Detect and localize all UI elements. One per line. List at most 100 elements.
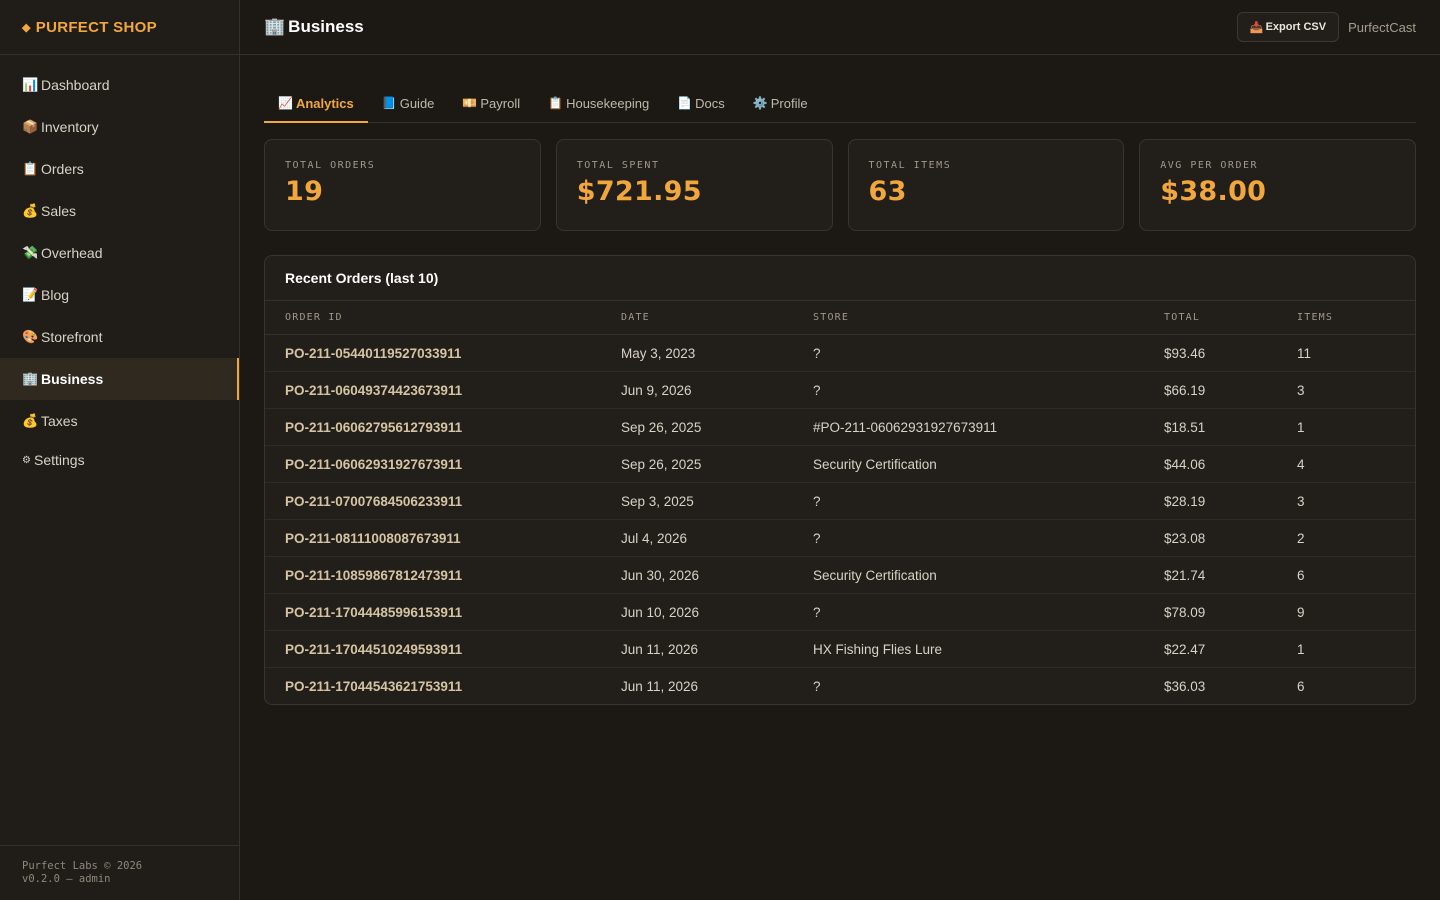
order-id-cell[interactable]: PO-211-06062795612793911	[265, 408, 621, 446]
money-bag-icon: 💰	[22, 203, 39, 218]
tab-payroll[interactable]: 💴 Payroll	[448, 84, 534, 122]
topbar-actions: 📥 Export CSV PurfectCast	[1236, 12, 1416, 42]
inbox-tray-icon: 📥	[1249, 21, 1264, 34]
brand-logo[interactable]: ◆ PURFECT SHOP	[0, 0, 239, 55]
money-bag-icon: 💰	[22, 413, 39, 428]
stat-card-total-items: TOTAL ITEMS 63	[847, 139, 1125, 231]
total-cell: $36.03	[1164, 678, 1206, 694]
total-cell: $22.47	[1164, 630, 1297, 668]
sidebar-item-business[interactable]: 🏢 Business	[0, 358, 239, 400]
table-row[interactable]: PO-211-17044543621753911 Jun 11, 2026 ? …	[265, 668, 1415, 705]
table-row[interactable]: PO-211-17044510249593911 Jun 11, 2026 HX…	[265, 630, 1415, 668]
stat-card-total-spent: TOTAL SPENT $721.95	[555, 139, 833, 231]
store-cell: ?	[813, 482, 1164, 520]
tab-analytics[interactable]: 📈 Analytics	[264, 84, 368, 123]
order-id-cell[interactable]: PO-211-06049374423673911	[265, 371, 621, 409]
store-cell: ?	[813, 678, 821, 694]
store-cell: HX Fishing Flies Lure	[813, 630, 1164, 668]
store-cell: Security Certification	[813, 556, 1164, 594]
sidebar-item-label: Blog	[41, 287, 70, 303]
tab-docs[interactable]: 📄 Docs	[663, 84, 739, 122]
tab-guide[interactable]: 📘 Guide	[368, 84, 449, 122]
store-cell: #PO-211-06062931927673911	[813, 408, 1164, 446]
package-icon: 📦	[22, 119, 39, 134]
sidebar-item-settings[interactable]: ⚙ Settings	[0, 442, 239, 478]
items-cell: 3	[1297, 371, 1415, 409]
order-id-cell[interactable]: PO-211-10859867812473911	[265, 556, 621, 594]
date-cell: Jun 11, 2026	[621, 630, 813, 668]
total-cell: $66.19	[1164, 371, 1297, 409]
sidebar-item-taxes[interactable]: 💰 Taxes	[0, 400, 239, 442]
tab-profile[interactable]: ⚙️ Profile	[739, 84, 822, 122]
diamond-icon: ◆	[22, 21, 31, 34]
tab-label: Housekeeping	[566, 95, 650, 111]
total-cell: $93.46	[1164, 334, 1297, 372]
table-header-row: ORDER ID DATE STORE TOTAL ITEMS	[265, 301, 1415, 335]
sidebar-item-sales[interactable]: 💰 Sales	[0, 190, 239, 232]
sidebar-footer: Purfect Labs © 2026 v0.2.0 — admin	[0, 845, 239, 900]
table-row[interactable]: PO-211-07007684506233911 Sep 3, 2025 ? $…	[265, 482, 1415, 520]
column-header-order-id[interactable]: ORDER ID	[265, 301, 621, 335]
table-row[interactable]: PO-211-08111008087673911 Jul 4, 2026 ? $…	[265, 519, 1415, 557]
export-csv-button[interactable]: 📥 Export CSV	[1236, 12, 1340, 42]
palette-icon: 🎨	[22, 329, 39, 344]
items-cell: 9	[1297, 593, 1415, 631]
sidebar-item-orders[interactable]: 📋 Orders	[0, 148, 239, 190]
order-id-cell[interactable]: PO-211-08111008087673911	[265, 519, 621, 557]
order-id-cell[interactable]: PO-211-17044543621753911	[265, 668, 621, 705]
tab-label: Profile	[770, 95, 808, 111]
stat-value: 19	[285, 176, 324, 207]
column-header-date[interactable]: DATE	[621, 301, 813, 335]
export-csv-label: Export CSV	[1265, 21, 1327, 33]
table-row[interactable]: PO-211-06062795612793911 Sep 26, 2025 #P…	[265, 408, 1415, 446]
date-cell: Jun 30, 2026	[621, 556, 813, 594]
date-cell: Jun 11, 2026	[621, 678, 699, 694]
tab-label: Analytics	[295, 95, 354, 111]
stat-label: TOTAL ORDERS	[285, 160, 376, 171]
table-row[interactable]: PO-211-17044485996153911 Jun 10, 2026 ? …	[265, 593, 1415, 631]
sidebar-nav: 📊 Dashboard 📦 Inventory 📋 Orders 💰 Sales…	[0, 55, 239, 478]
table-row[interactable]: PO-211-10859867812473911 Jun 30, 2026 Se…	[265, 556, 1415, 594]
stat-label: TOTAL ITEMS	[868, 160, 952, 171]
bar-chart-icon: 📊	[22, 77, 39, 92]
order-id-cell[interactable]: PO-211-07007684506233911	[265, 482, 621, 520]
column-header-total[interactable]: TOTAL	[1164, 301, 1297, 335]
sidebar-item-blog[interactable]: 📝 Blog	[0, 274, 239, 316]
sidebar-item-label: Inventory	[41, 119, 99, 135]
footer-version: v0.2.0 — admin	[22, 873, 111, 885]
order-id-cell[interactable]: PO-211-05440119527033911	[265, 334, 621, 372]
clipboard-icon: 📋	[548, 96, 564, 110]
table-row[interactable]: PO-211-06049374423673911 Jun 9, 2026 ? $…	[265, 371, 1415, 409]
order-id-cell[interactable]: PO-211-17044510249593911	[265, 630, 621, 668]
memo-icon: 📝	[22, 287, 39, 302]
order-id-cell[interactable]: PO-211-17044485996153911	[265, 593, 621, 631]
sidebar-item-overhead[interactable]: 💸 Overhead	[0, 232, 239, 274]
tab-housekeeping[interactable]: 📋 Housekeeping	[534, 84, 663, 122]
stat-value: $38.00	[1160, 176, 1267, 207]
gear-icon: ⚙️	[752, 96, 768, 110]
items-cell: 4	[1297, 445, 1415, 483]
sidebar: ◆ PURFECT SHOP 📊 Dashboard 📦 Inventory 📋…	[0, 0, 240, 900]
column-header-store[interactable]: STORE	[813, 301, 1164, 335]
date-cell: Sep 26, 2025	[621, 445, 813, 483]
tab-label: Payroll	[480, 95, 521, 111]
user-name[interactable]: PurfectCast	[1348, 20, 1416, 35]
topbar: 🏢 Business 📥 Export CSV PurfectCast	[240, 0, 1440, 55]
stat-card-avg-per-order: AVG PER ORDER $38.00	[1139, 139, 1416, 231]
sidebar-item-inventory[interactable]: 📦 Inventory	[0, 106, 239, 148]
order-id-cell[interactable]: PO-211-06062931927673911	[265, 445, 621, 483]
banknote-icon: 💴	[462, 96, 478, 110]
sidebar-item-dashboard[interactable]: 📊 Dashboard	[0, 64, 239, 106]
page-title-text: Business	[288, 17, 364, 36]
store-cell: Security Certification	[813, 445, 1164, 483]
sidebar-item-label: Taxes	[41, 413, 78, 429]
column-header-items[interactable]: ITEMS	[1297, 301, 1415, 335]
orders-table-body: PO-211-05440119527033911 May 3, 2023 ? $…	[265, 334, 1415, 705]
content: 📈 Analytics 📘 Guide 💴 Payroll 📋 Housekee…	[240, 84, 1440, 705]
table-row[interactable]: PO-211-05440119527033911 May 3, 2023 ? $…	[265, 334, 1415, 372]
book-icon: 📘	[381, 96, 397, 110]
table-row[interactable]: PO-211-06062931927673911 Sep 26, 2025 Se…	[265, 445, 1415, 483]
sidebar-item-storefront[interactable]: 🎨 Storefront	[0, 316, 239, 358]
app-root: ◆ PURFECT SHOP 📊 Dashboard 📦 Inventory 📋…	[0, 0, 1440, 900]
office-building-icon: 🏢	[264, 17, 286, 36]
